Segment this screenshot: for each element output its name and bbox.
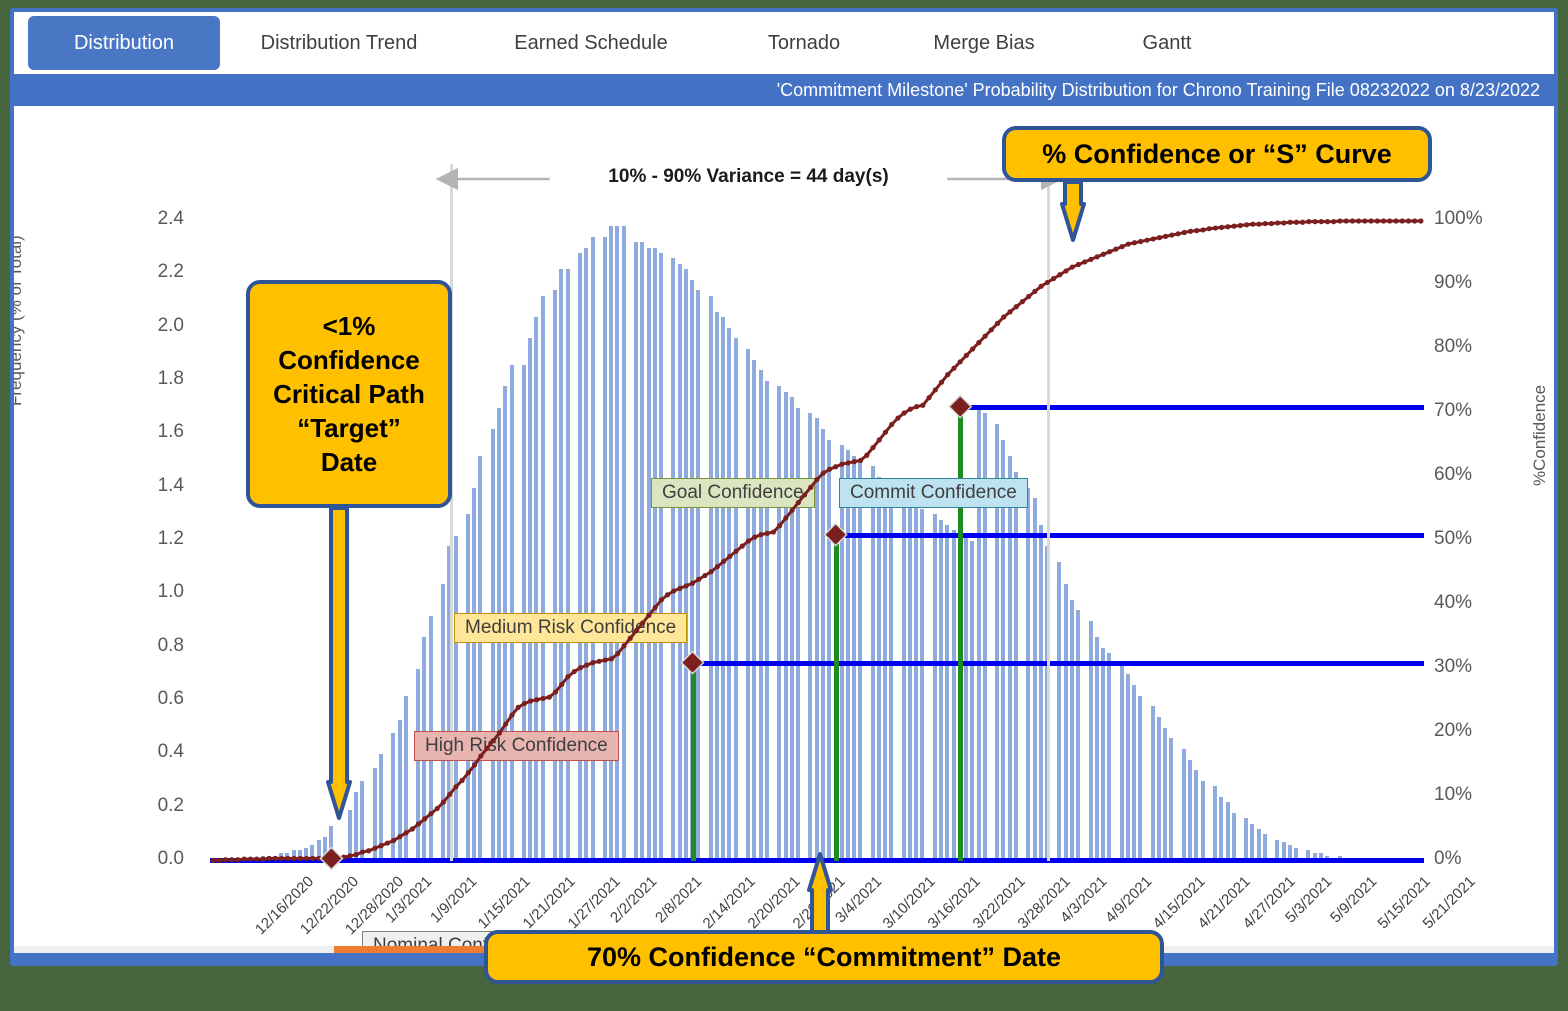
s-curve-callout-arrow [1060,180,1086,242]
callout-line: Critical Path [273,379,425,409]
tab-earned-schedule[interactable]: Earned Schedule [498,16,684,70]
target-date-callout-arrow [326,506,352,820]
tab-distribution-trend[interactable]: Distribution Trend [244,16,434,70]
tab-label: Gantt [1142,31,1192,54]
tab-label: Earned Schedule [514,31,668,54]
tab-tornado[interactable]: Tornado [744,16,864,70]
variance-label: 10% - 90% Variance = 44 day(s) [608,166,889,187]
commitment-date-callout-arrow [807,852,833,934]
high-risk-confidence-label[interactable]: High Risk Confidence [414,731,619,761]
callout-line: 70% Confidence “Commitment” Date [586,941,1062,972]
target-date-callout[interactable]: <1% Confidence Critical Path “Target” Date [246,280,452,508]
goal-confidence-label[interactable]: Goal Confidence [651,478,815,508]
callout-line: Date [320,447,378,477]
chart-title: 'Commitment Milestone' Probability Distr… [776,79,1540,100]
commit-confidence-label[interactable]: Commit Confidence [839,478,1028,508]
callout-line: “Target” [297,413,401,443]
tab-label: Distribution [73,31,175,54]
callout-line: Confidence [278,345,420,375]
variance-arrow [435,167,1064,191]
commitment-date-callout[interactable]: 70% Confidence “Commitment” Date [484,930,1164,984]
tab-label: Tornado [767,31,841,54]
tab-label: Distribution Trend [260,31,418,54]
s-curve-callout[interactable]: % Confidence or “S” Curve [1002,126,1432,182]
tab-bar: Distribution Distribution Trend Earned Sch… [14,12,1554,74]
callout-line: % Confidence or “S” Curve [1042,138,1392,169]
callout-line: <1% [322,311,376,341]
medium-risk-confidence-label[interactable]: Medium Risk Confidence [454,613,688,643]
tab-gantt[interactable]: Gantt [1112,16,1222,70]
chart-canvas[interactable]: Frequency (% of Total) %Confidence 0.0 0.… [14,106,1554,951]
tab-distribution[interactable]: Distribution [28,16,220,70]
chart-title-bar: 'Commitment Milestone' Probability Distr… [14,74,1554,106]
tab-label: Merge Bias [933,31,1035,54]
application-frame: Distribution Distribution Trend Earned Sch… [10,8,1558,984]
tab-merge-bias[interactable]: Merge Bias [914,16,1054,70]
